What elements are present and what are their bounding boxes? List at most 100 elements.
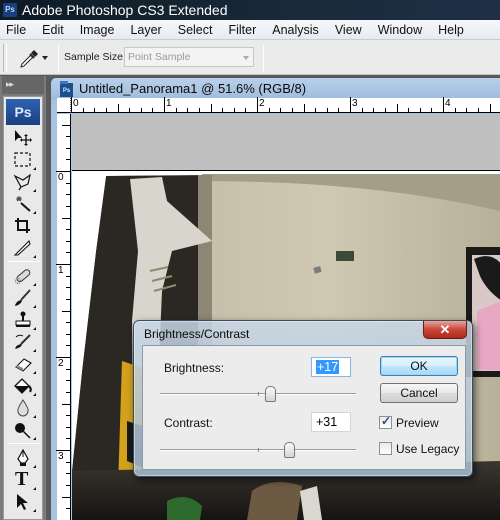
toolbox-collapse-button[interactable]: ▸▸ — [2, 76, 44, 94]
contrast-input[interactable]: +31 — [311, 412, 351, 432]
menu-file[interactable]: File — [0, 20, 34, 39]
close-button[interactable]: ✕ — [423, 321, 467, 339]
ok-button[interactable]: OK — [380, 356, 458, 376]
ruler-tick — [141, 108, 142, 112]
options-bar: Sample Size: Point Sample — [0, 40, 500, 75]
sample-size-value: Point Sample — [128, 51, 191, 63]
ruler-tick — [129, 108, 130, 112]
contrast-label: Contrast: — [164, 416, 213, 430]
ruler-tick — [66, 194, 70, 195]
type-icon: T — [15, 468, 29, 490]
move-tool[interactable] — [10, 127, 36, 149]
ruler-tick — [327, 108, 328, 112]
preview-label[interactable]: Preview — [396, 416, 439, 430]
document-title-bar[interactable]: Ps Untitled_Panorama1 @ 51.6% (RGB/8) — [51, 78, 500, 100]
use-legacy-checkbox[interactable] — [379, 442, 392, 455]
use-legacy-label[interactable]: Use Legacy — [396, 442, 459, 456]
ruler-tick — [66, 252, 70, 253]
document-title: Untitled_Panorama1 @ 51.6% (RGB/8) — [79, 81, 307, 96]
photoshop-badge[interactable]: Ps — [6, 99, 40, 125]
ruler-label: 1 — [166, 98, 172, 109]
brightness-input[interactable]: +17 — [311, 357, 351, 377]
menu-filter[interactable]: Filter — [220, 20, 264, 39]
brightness-contrast-dialog: Brightness/Contrast ✕ Brightness: +17 Co… — [133, 320, 473, 477]
eraser-tool[interactable] — [10, 353, 36, 375]
paint-bucket-tool[interactable] — [10, 375, 36, 397]
blur-tool[interactable] — [10, 397, 36, 419]
ruler-tick — [66, 415, 70, 416]
options-bar-grip[interactable] — [3, 44, 7, 72]
sample-size-select[interactable]: Point Sample — [124, 47, 254, 67]
ruler-tick — [66, 380, 70, 381]
ruler-tick — [66, 241, 70, 242]
menu-view[interactable]: View — [327, 20, 370, 39]
horizontal-ruler[interactable]: 0 1 2 3 4 — [71, 97, 500, 113]
brush-icon — [15, 289, 31, 306]
menu-edit[interactable]: Edit — [34, 20, 72, 39]
dodge-tool[interactable] — [10, 419, 36, 441]
history-brush-tool[interactable] — [10, 331, 36, 353]
slice-icon — [13, 239, 31, 256]
submenu-indicator-icon — [33, 189, 36, 192]
chevron-down-icon — [42, 56, 48, 60]
submenu-indicator-icon — [33, 465, 36, 468]
ruler-tick — [292, 108, 293, 112]
submenu-indicator-icon — [33, 509, 36, 512]
healing-brush-tool[interactable] — [10, 265, 36, 287]
ruler-tick — [118, 104, 119, 112]
menu-select[interactable]: Select — [170, 20, 221, 39]
ruler-origin[interactable] — [57, 98, 71, 113]
menu-layer[interactable]: Layer — [122, 20, 169, 39]
app-title-bar: Ps Adobe Photoshop CS3 Extended — [0, 0, 500, 20]
vertical-ruler[interactable]: 0 1 2 3 — [56, 114, 71, 520]
ruler-tick — [66, 136, 70, 137]
ruler-label: 2 — [259, 98, 265, 109]
ruler-tick — [66, 334, 70, 335]
crop-tool[interactable] — [10, 215, 36, 237]
tool-preset-picker[interactable] — [14, 46, 54, 70]
menu-window[interactable]: Window — [370, 20, 430, 39]
close-icon: ✕ — [439, 322, 451, 337]
brightness-slider[interactable] — [160, 386, 356, 402]
submenu-indicator-icon — [33, 415, 36, 418]
slice-tool[interactable] — [10, 237, 36, 259]
preview-checkbox[interactable]: ✓ — [379, 414, 392, 429]
photo-wall-picture — [336, 251, 354, 261]
cancel-button[interactable]: Cancel — [380, 383, 458, 403]
type-tool[interactable]: T — [10, 468, 36, 491]
ruler-tick — [66, 287, 70, 288]
contrast-slider[interactable] — [160, 442, 356, 458]
submenu-indicator-icon — [33, 327, 36, 330]
menu-help[interactable]: Help — [430, 20, 472, 39]
lasso-tool[interactable] — [10, 171, 36, 193]
ruler-label: 0 — [73, 98, 79, 109]
brush-tool[interactable] — [10, 287, 36, 309]
slider-center-tick — [258, 448, 259, 452]
move-icon — [15, 130, 32, 146]
burn-icon — [15, 423, 31, 439]
marquee-tool[interactable] — [10, 149, 36, 171]
ruler-tick — [66, 438, 70, 439]
ruler-tick — [245, 108, 246, 112]
arrow-icon — [17, 494, 28, 510]
ruler-tick — [234, 108, 235, 112]
ruler-tick — [222, 108, 223, 112]
ruler-tick — [66, 148, 70, 149]
ruler-label: 1 — [58, 265, 64, 276]
pen-tool[interactable] — [10, 447, 36, 469]
ruler-tick — [187, 108, 188, 112]
contrast-slider-thumb[interactable] — [284, 442, 296, 458]
submenu-indicator-icon — [33, 487, 36, 490]
brightness-slider-thumb[interactable] — [264, 386, 276, 402]
ruler-tick — [106, 108, 107, 112]
options-divider — [263, 45, 264, 71]
path-selection-tool[interactable] — [10, 491, 36, 513]
magic-wand-tool[interactable] — [10, 193, 36, 215]
menu-image[interactable]: Image — [72, 20, 123, 39]
ruler-tick — [66, 229, 70, 230]
clone-stamp-tool[interactable] — [10, 309, 36, 331]
menu-analysis[interactable]: Analysis — [264, 20, 327, 39]
ruler-tick — [176, 108, 177, 112]
ruler-tick — [152, 108, 153, 112]
eyedropper-icon — [20, 50, 38, 68]
